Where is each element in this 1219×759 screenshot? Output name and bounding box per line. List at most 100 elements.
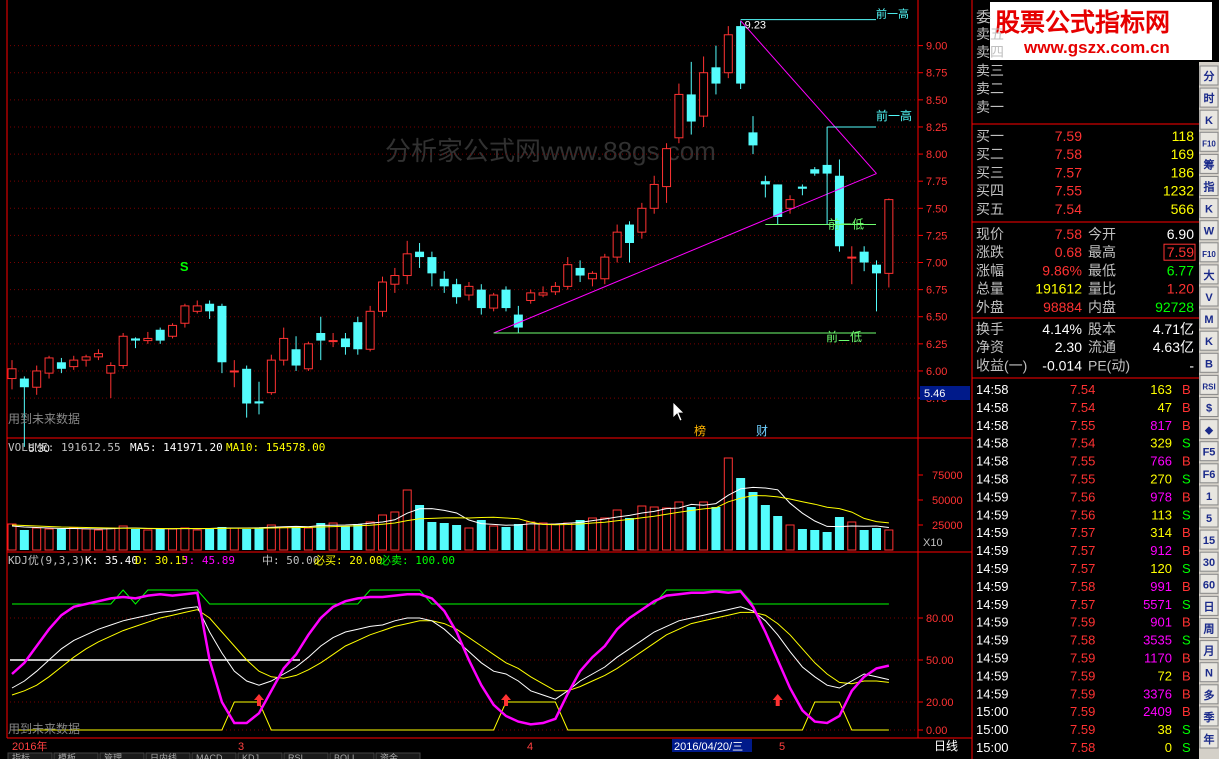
volume-bar-down <box>439 523 449 550</box>
candle-body-down <box>773 184 783 217</box>
time-label-march: 3 <box>238 741 244 753</box>
price-tick-label: 7.25 <box>926 230 947 242</box>
stat-label: 内盘 <box>1088 299 1116 315</box>
tick-list[interactable]: 14:58 7.54 163 B 14:58 7.54 47 B 14:58 7.55 817 B 14… <box>976 382 1191 755</box>
tick-volume: 3535 <box>1143 633 1172 648</box>
buy-level-price: 7.57 <box>1055 164 1082 180</box>
volume-bar-up <box>229 527 239 551</box>
tick-side: S <box>1182 633 1191 648</box>
stat2-label: 流通 <box>1088 339 1116 355</box>
tick-price: 7.54 <box>1070 400 1095 415</box>
stat-value: 1.20 <box>1167 281 1194 297</box>
price-tick-label: 7.50 <box>926 203 947 215</box>
volume-bar-down <box>205 528 215 550</box>
volume-bar-up <box>168 528 178 551</box>
tick-time: 15:00 <box>976 704 1009 719</box>
candle-body-up <box>612 231 622 258</box>
volume-bar-up <box>526 521 536 551</box>
toolbar-button-label: 1 <box>1206 491 1212 503</box>
candle-body-down <box>254 401 264 404</box>
volume-bar-up <box>378 514 387 551</box>
right-toolbar[interactable]: 分时KF10筹指KWF10大VMKBRSI$◆F5F615153060日周月N多… <box>1199 62 1219 759</box>
kdj-chart[interactable] <box>10 589 918 731</box>
tick-time: 14:59 <box>976 561 1009 576</box>
tick-time: 14:59 <box>976 597 1009 612</box>
stat-label: 现价 <box>976 226 1004 242</box>
tick-side: B <box>1182 382 1191 397</box>
candle-body-up <box>662 148 672 188</box>
price-tick-label: 6.75 <box>926 285 947 297</box>
toolbar-button-label: RSI <box>1202 382 1215 391</box>
ma5-label: MA5: <box>130 441 157 454</box>
tick-side: S <box>1182 507 1191 522</box>
candle-body-up <box>378 281 387 312</box>
candle-body-up <box>279 337 289 361</box>
stat2-label: 股本 <box>1088 321 1116 337</box>
price-tick-label: 6.50 <box>926 312 947 324</box>
tick-side: B <box>1182 418 1191 433</box>
tick-volume: 329 <box>1150 436 1172 451</box>
tick-volume: 163 <box>1150 382 1172 397</box>
buy-level-price: 7.59 <box>1055 128 1082 144</box>
candle-body-up <box>303 343 313 370</box>
stat-label: 今开 <box>1088 226 1116 242</box>
volume-bar-up <box>390 511 400 551</box>
volume-bar-up <box>69 527 79 551</box>
buy-level-label: 买五 <box>976 201 1004 217</box>
candle-body-up <box>674 93 684 139</box>
bottom-tab-label: BOLL <box>334 753 357 759</box>
tick-time: 15:00 <box>976 722 1009 737</box>
tick-price: 7.56 <box>1070 489 1095 504</box>
candle-body-down <box>415 251 425 258</box>
toolbar-button-label: V <box>1205 292 1213 304</box>
volume-bar-down <box>476 520 486 550</box>
toolbar-button-label: $ <box>1206 403 1212 415</box>
stat2-label: PE(动) <box>1088 357 1130 373</box>
toolbar-button-label: 15 <box>1203 535 1215 547</box>
stat-value: 98884 <box>1043 299 1082 315</box>
sell-level-label: 卖五 <box>976 26 1004 42</box>
candle-body-up <box>637 207 647 233</box>
stat-label: 外盘 <box>976 299 1004 315</box>
candle-body-down <box>427 257 437 274</box>
tick-volume: 912 <box>1150 543 1172 558</box>
bottom-tab-label: MACD <box>196 753 223 759</box>
tick-price: 7.59 <box>1070 722 1095 737</box>
volume-bar-down <box>686 507 696 550</box>
tick-price: 7.54 <box>1070 436 1095 451</box>
toolbar-button-label: 月 <box>1203 645 1215 658</box>
volume-chart[interactable] <box>7 457 894 551</box>
price-chart[interactable]: 前一高前一高前一低前二低9.235.30S榜财 <box>7 7 918 455</box>
volume-bar-down <box>501 527 511 550</box>
candle-body-up <box>44 357 54 374</box>
candle-body-down <box>452 284 462 298</box>
volume-bar-up <box>550 523 560 551</box>
tick-price: 7.59 <box>1070 686 1095 701</box>
candle-body-up <box>847 256 857 259</box>
buy-level-volume: 118 <box>1172 128 1195 144</box>
tick-volume: 0 <box>1165 740 1172 755</box>
kdj-sell: 必卖: 100.00 <box>380 554 455 567</box>
buy-level-label: 买二 <box>976 146 1004 162</box>
time-label-year: 2016年 <box>12 739 47 753</box>
candle-body-down <box>476 289 486 309</box>
volume-bar-down <box>834 517 844 550</box>
volume-label: VOLUME: <box>8 441 54 454</box>
stat2-value: 4.71亿 <box>1153 321 1194 337</box>
candle-body-down <box>760 181 770 185</box>
volume-bar-up <box>785 524 795 551</box>
volume-bar-down <box>291 526 301 550</box>
volume-bar-down <box>217 527 227 550</box>
volume-bar-down <box>340 526 350 550</box>
volume-unit: X10 <box>923 537 943 549</box>
toolbar-button-label: 筹 <box>1204 157 1215 171</box>
candle-body-up <box>266 359 276 394</box>
toolbar-button-label: 5 <box>1206 513 1212 525</box>
svg-text:VOLUME: 191612.55: VOLUME: 191612.55 <box>8 441 121 454</box>
volume-bar-up <box>723 457 733 551</box>
stat2-label: 净资 <box>976 339 1004 355</box>
candle-body-up <box>464 285 474 296</box>
buy-level-label: 买一 <box>976 128 1004 144</box>
tick-price: 7.59 <box>1070 615 1095 630</box>
candle-body-up <box>143 337 153 342</box>
